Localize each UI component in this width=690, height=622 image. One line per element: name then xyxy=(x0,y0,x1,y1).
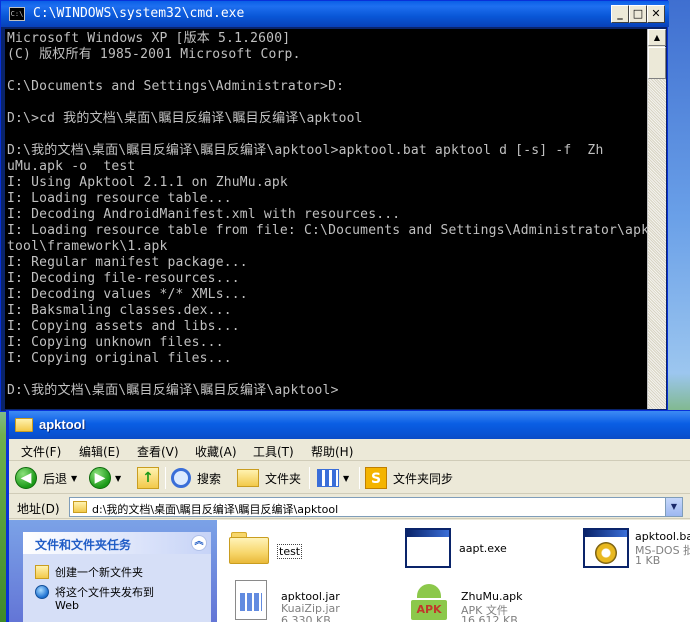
console-line: uMu.apk -o test xyxy=(7,159,136,174)
search-icon xyxy=(171,468,191,488)
cmd-app-icon: C:\ xyxy=(9,7,25,21)
console-line: I: Copying assets and libs... xyxy=(7,319,240,334)
console-line: I: Using Apktool 2.1.1 on ZhuMu.apk xyxy=(7,175,288,190)
menu-help[interactable]: 帮助(H) xyxy=(311,443,353,460)
exe-icon xyxy=(405,528,451,568)
folders-label: 文件夹 xyxy=(265,471,302,486)
address-folder-icon xyxy=(73,501,87,513)
console-line: I: Regular manifest package... xyxy=(7,255,248,270)
console-line: tool\framework\1.apk xyxy=(7,239,168,254)
explorer-titlebar[interactable]: apktool xyxy=(9,411,690,439)
scrollbar-thumb[interactable] xyxy=(648,47,666,79)
folders-icon xyxy=(237,469,259,487)
views-dropdown-icon[interactable]: ▼ xyxy=(343,474,349,483)
menu-view[interactable]: 查看(V) xyxy=(137,443,179,460)
console-line: I: Loading resource table... xyxy=(7,191,232,206)
address-value: d:\我的文档\桌面\瞩目反编译\瞩目反编译\apktool xyxy=(92,503,339,516)
console-line: I: Decoding AndroidManifest.xml with res… xyxy=(7,207,401,222)
address-bar: 地址(D) d:\我的文档\桌面\瞩目反编译\瞩目反编译\apktool ▼ xyxy=(9,495,690,519)
forward-dropdown-icon[interactable]: ▼ xyxy=(115,474,121,483)
task-publish-label: 将这个文件夹发布到 xyxy=(55,586,154,599)
content-area: 文件和文件夹任务 ︽ 创建一个新文件夹 将这个文件夹发布到 Web test a… xyxy=(9,520,690,622)
toolbar-separator xyxy=(165,467,166,489)
console-line: D:\>cd 我的文档\桌面\瞩目反编译\瞩目反编译\apktool xyxy=(7,111,363,126)
console-line: I: Decoding values */* XMLs... xyxy=(7,287,248,302)
menu-favorites[interactable]: 收藏(A) xyxy=(195,443,237,460)
file-name: aapt.exe xyxy=(459,542,507,555)
collapse-chevron-icon[interactable]: ︽ xyxy=(191,535,207,551)
menu-file[interactable]: 文件(F) xyxy=(21,443,61,460)
address-dropdown-icon[interactable]: ▼ xyxy=(665,498,682,516)
folders-button[interactable]: 文件夹 xyxy=(237,465,301,491)
search-button[interactable]: 搜索 xyxy=(171,465,221,491)
menu-tools[interactable]: 工具(T) xyxy=(253,443,294,460)
toolbar: ◀ 后退 ▼ ▶ ▼ ↑ 搜索 文件夹 ▼ S 文件夹同步 xyxy=(9,462,690,494)
folder-icon xyxy=(15,418,33,432)
folder-sync-button[interactable]: S 文件夹同步 xyxy=(365,465,453,491)
file-size: 1 KB xyxy=(635,554,661,567)
explorer-title: apktool xyxy=(39,417,86,432)
address-label: 地址(D) xyxy=(17,502,60,516)
minimize-button[interactable]: _ xyxy=(611,5,629,23)
folder-up-icon: ↑ xyxy=(137,467,159,489)
console-line: I: Copying unknown files... xyxy=(7,335,224,350)
search-label: 搜索 xyxy=(197,471,222,486)
task-new-folder[interactable]: 创建一个新文件夹 xyxy=(35,564,143,580)
up-button[interactable]: ↑ xyxy=(137,465,159,491)
cmd-titlebar[interactable]: C:\ C:\WINDOWS\system32\cmd.exe _ □ ✕ xyxy=(1,1,669,27)
back-label: 后退 xyxy=(43,471,68,486)
address-input[interactable]: d:\我的文档\桌面\瞩目反编译\瞩目反编译\apktool ▼ xyxy=(69,497,683,517)
scrollbar-track[interactable] xyxy=(648,79,666,409)
back-dropdown-icon[interactable]: ▼ xyxy=(71,474,77,483)
toolbar-separator xyxy=(309,467,310,489)
menu-bar: 文件(F) 编辑(E) 查看(V) 收藏(A) 工具(T) 帮助(H) xyxy=(9,439,690,461)
task-pane: 文件和文件夹任务 ︽ 创建一个新文件夹 将这个文件夹发布到 Web xyxy=(9,520,217,622)
batch-file-icon xyxy=(583,528,629,568)
back-arrow-icon: ◀ xyxy=(15,467,37,489)
sync-icon: S xyxy=(365,467,387,489)
console-line: D:\我的文档\桌面\瞩目反编译\瞩目反编译\apktool>apktool.b… xyxy=(7,143,604,158)
forward-button[interactable]: ▶ ▼ xyxy=(89,465,121,491)
maximize-button[interactable]: □ xyxy=(629,5,647,23)
console-output[interactable]: Microsoft Windows XP [版本 5.1.2600] (C) 版权… xyxy=(5,29,647,409)
console-line: Microsoft Windows XP [版本 5.1.2600] xyxy=(7,31,291,46)
console-line: (C) 版权所有 1985-2001 Microsoft Corp. xyxy=(7,47,301,62)
console-line: C:\Documents and Settings\Administrator>… xyxy=(7,79,345,94)
task-new-folder-label: 创建一个新文件夹 xyxy=(55,566,143,579)
task-header[interactable]: 文件和文件夹任务 ︽ xyxy=(23,532,211,554)
vertical-scrollbar[interactable]: ▲ xyxy=(647,29,666,409)
task-publish-web-2[interactable]: Web xyxy=(55,599,79,612)
web-publish-icon xyxy=(35,585,49,599)
task-publish-web[interactable]: 将这个文件夹发布到 xyxy=(35,584,154,600)
cmd-window: C:\ C:\WINDOWS\system32\cmd.exe _ □ ✕ Mi… xyxy=(0,0,669,412)
forward-arrow-icon: ▶ xyxy=(89,467,111,489)
console-line: I: Copying original files... xyxy=(7,351,232,366)
close-button[interactable]: ✕ xyxy=(647,5,665,23)
console-line: I: Baksmaling classes.dex... xyxy=(7,303,232,318)
console-line: I: Decoding file-resources... xyxy=(7,271,240,286)
folder-icon xyxy=(229,530,269,564)
file-folder-tasks: 文件和文件夹任务 ︽ 创建一个新文件夹 将这个文件夹发布到 Web xyxy=(23,532,211,622)
views-button[interactable]: ▼ xyxy=(317,465,349,491)
sync-label: 文件夹同步 xyxy=(393,471,454,486)
console-line: I: Loading resource table from file: C:\… xyxy=(7,223,647,238)
new-folder-icon xyxy=(35,565,49,579)
menu-edit[interactable]: 编辑(E) xyxy=(79,443,120,460)
views-icon xyxy=(317,469,339,487)
file-size: 16,612 KB xyxy=(461,614,518,622)
file-name: test xyxy=(277,544,303,559)
jar-file-icon xyxy=(235,580,267,620)
explorer-window: apktool 文件(F) 编辑(E) 查看(V) 收藏(A) 工具(T) 帮助… xyxy=(6,410,690,622)
toolbar-separator xyxy=(359,467,360,489)
console-line: D:\我的文档\桌面\瞩目反编译\瞩目反编译\apktool> xyxy=(7,383,339,398)
back-button[interactable]: ◀ 后退 ▼ xyxy=(15,465,77,491)
task-title: 文件和文件夹任务 xyxy=(35,538,132,552)
file-size: 6,330 KB xyxy=(281,614,331,622)
android-apk-icon: APK xyxy=(411,578,449,620)
cmd-title: C:\WINDOWS\system32\cmd.exe xyxy=(33,6,245,21)
scroll-up-arrow-icon[interactable]: ▲ xyxy=(648,29,666,46)
